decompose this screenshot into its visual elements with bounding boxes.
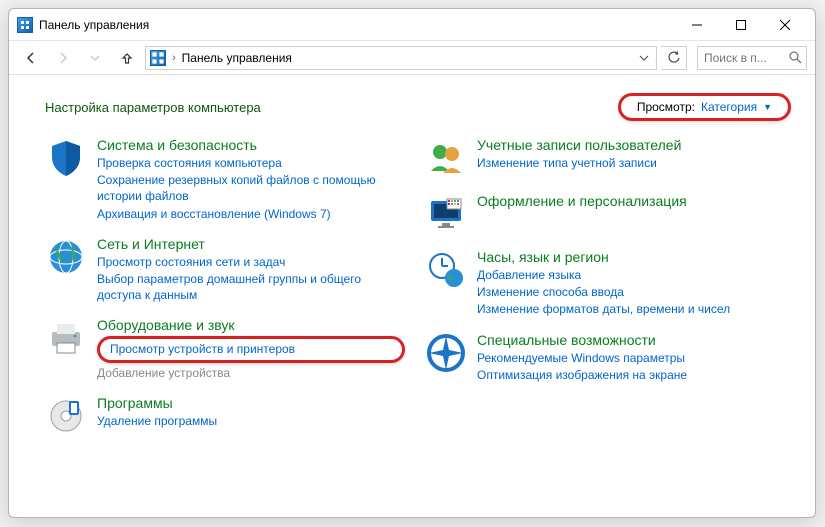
category-programs: Программы Удаление программы bbox=[45, 395, 405, 437]
chevron-down-icon: ▼ bbox=[763, 102, 772, 112]
category-title[interactable]: Учетные записи пользователей bbox=[477, 137, 785, 153]
category-title[interactable]: Специальные возможности bbox=[477, 332, 785, 348]
search-icon bbox=[789, 51, 802, 64]
category-users: Учетные записи пользователей Изменение т… bbox=[425, 137, 785, 179]
category-link[interactable]: Оптимизация изображения на экране bbox=[477, 367, 785, 383]
category-link[interactable]: Рекомендуемые Windows параметры bbox=[477, 350, 785, 366]
control-panel-icon bbox=[17, 17, 33, 33]
category-link[interactable]: Удаление программы bbox=[97, 413, 405, 429]
address-box[interactable]: › Панель управления bbox=[145, 46, 657, 70]
content-area: Настройка параметров компьютера Просмотр… bbox=[9, 75, 815, 517]
category-link[interactable]: Архивация и восстановление (Windows 7) bbox=[97, 206, 405, 222]
maximize-button[interactable] bbox=[719, 10, 763, 40]
breadcrumb-separator-icon: › bbox=[172, 52, 176, 64]
category-title[interactable]: Оборудование и звук bbox=[97, 317, 405, 333]
category-personalization: Оформление и персонализация bbox=[425, 193, 785, 235]
right-column: Учетные записи пользователей Изменение т… bbox=[425, 137, 785, 437]
users-icon bbox=[425, 137, 467, 179]
highlighted-link[interactable]: Просмотр устройств и принтеров bbox=[97, 336, 405, 362]
address-dropdown-icon[interactable] bbox=[636, 53, 652, 63]
up-button[interactable] bbox=[113, 45, 141, 71]
category-link[interactable]: Выбор параметров домашней группы и общег… bbox=[97, 271, 405, 303]
titlebar: Панель управления bbox=[9, 9, 815, 41]
breadcrumb[interactable]: Панель управления bbox=[182, 51, 292, 65]
close-button[interactable] bbox=[763, 10, 807, 40]
recent-dropdown[interactable] bbox=[81, 45, 109, 71]
category-accessibility: Специальные возможности Рекомендуемые Wi… bbox=[425, 332, 785, 383]
category-title[interactable]: Сеть и Интернет bbox=[97, 236, 405, 252]
view-by-value: Категория bbox=[701, 100, 757, 114]
view-by-selector[interactable]: Просмотр: Категория ▼ bbox=[618, 93, 791, 121]
control-panel-icon bbox=[150, 50, 166, 66]
category-title[interactable]: Часы, язык и регион bbox=[477, 249, 785, 265]
category-title[interactable]: Оформление и персонализация bbox=[477, 193, 785, 209]
search-input[interactable] bbox=[702, 50, 785, 66]
refresh-button[interactable] bbox=[661, 46, 687, 70]
back-button[interactable] bbox=[17, 45, 45, 71]
monitor-icon bbox=[425, 193, 467, 235]
window: Панель управления › Панель управления bbox=[8, 8, 816, 518]
category-link[interactable]: Просмотр состояния сети и задач bbox=[97, 254, 405, 270]
category-network: Сеть и Интернет Просмотр состояния сети … bbox=[45, 236, 405, 304]
page-heading: Настройка параметров компьютера bbox=[45, 100, 261, 115]
category-link[interactable]: Изменение типа учетной записи bbox=[477, 155, 785, 171]
programs-icon bbox=[45, 395, 87, 437]
category-link[interactable]: Изменение форматов даты, времени и чисел bbox=[477, 301, 785, 317]
category-link[interactable]: Сохранение резервных копий файлов с помо… bbox=[97, 172, 405, 204]
category-link[interactable]: Добавление устройства bbox=[97, 365, 405, 381]
category-clock-language: Часы, язык и регион Добавление языка Изм… bbox=[425, 249, 785, 318]
category-title[interactable]: Система и безопасность bbox=[97, 137, 405, 153]
globe-icon bbox=[45, 236, 87, 278]
clock-globe-icon bbox=[425, 249, 467, 291]
window-title: Панель управления bbox=[39, 18, 149, 32]
search-box[interactable] bbox=[697, 46, 807, 70]
minimize-button[interactable] bbox=[675, 10, 719, 40]
category-link[interactable]: Изменение способа ввода bbox=[477, 284, 785, 300]
category-title[interactable]: Программы bbox=[97, 395, 405, 411]
category-system-security: Система и безопасность Проверка состояни… bbox=[45, 137, 405, 222]
forward-button[interactable] bbox=[49, 45, 77, 71]
category-hardware: Оборудование и звук Просмотр устройств и… bbox=[45, 317, 405, 380]
address-bar: › Панель управления bbox=[9, 41, 815, 75]
printer-icon bbox=[45, 317, 87, 359]
category-link[interactable]: Добавление языка bbox=[477, 267, 785, 283]
left-column: Система и безопасность Проверка состояни… bbox=[45, 137, 405, 437]
category-link[interactable]: Проверка состояния компьютера bbox=[97, 155, 405, 171]
accessibility-icon bbox=[425, 332, 467, 374]
view-by-label: Просмотр: bbox=[637, 100, 695, 114]
shield-icon bbox=[45, 137, 87, 179]
